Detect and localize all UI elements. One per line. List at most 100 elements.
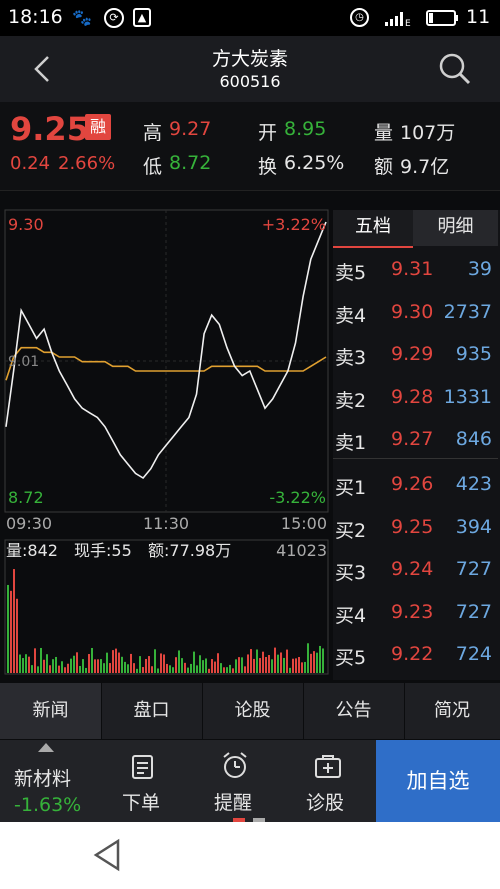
order-button[interactable]: 下单 bbox=[100, 740, 186, 822]
order-volume: 39 bbox=[467, 258, 492, 280]
volume-bar bbox=[301, 662, 303, 673]
order-level-label: 买5 bbox=[335, 647, 367, 670]
volume-bar bbox=[169, 665, 171, 673]
volume-bar bbox=[76, 652, 78, 673]
add-watchlist-button[interactable]: 加自选 bbox=[376, 740, 500, 822]
price-low-label: 8.72 bbox=[8, 488, 44, 507]
tab-profile[interactable]: 简况 bbox=[404, 683, 500, 739]
order-volume: 394 bbox=[455, 515, 492, 538]
open-value: 8.95 bbox=[284, 118, 327, 140]
volume-bar bbox=[277, 654, 279, 673]
amount-label: 额 bbox=[374, 156, 394, 178]
bottom-action-bar: 新材料 -1.63% 下单 提醒 诊股 加自选 bbox=[0, 740, 500, 822]
order-price: 9.31 bbox=[391, 258, 434, 280]
volume-bar bbox=[238, 657, 240, 673]
order-price: 9.23 bbox=[391, 600, 434, 623]
volume-bar bbox=[97, 659, 99, 673]
order-price: 9.22 bbox=[391, 643, 434, 666]
volume-bar bbox=[52, 659, 54, 673]
volume-bar bbox=[157, 668, 159, 673]
order-level-label: 卖1 bbox=[335, 432, 367, 455]
order-volume: 727 bbox=[455, 558, 492, 581]
sector-change: -1.63% bbox=[14, 794, 82, 816]
volume-bar bbox=[34, 648, 36, 673]
back-triangle-icon[interactable] bbox=[92, 838, 124, 872]
time-start-label: 09:30 bbox=[6, 514, 52, 533]
volume-bar bbox=[214, 661, 216, 673]
volume-bar bbox=[166, 663, 168, 673]
volume-bar bbox=[22, 658, 24, 673]
volume-bar bbox=[109, 663, 111, 673]
turnover-label: 换 bbox=[258, 156, 278, 178]
order-price: 9.28 bbox=[391, 385, 434, 408]
volume-bar bbox=[226, 667, 228, 673]
sector-name: 新材料 bbox=[14, 768, 72, 790]
volume-bar bbox=[82, 659, 84, 673]
order-book: 五档 明细 卖5 9.31 39 卖4 9.30 2737 卖3 9.29 935 卖2 9.28 1… bbox=[333, 210, 500, 680]
diagnose-label: 诊股 bbox=[306, 792, 345, 814]
tab-detail[interactable]: 明细 bbox=[413, 210, 498, 246]
amount-readout: 额:77.98万 bbox=[148, 541, 231, 560]
search-icon[interactable] bbox=[438, 52, 472, 86]
volume-frame bbox=[4, 539, 329, 675]
volume-bar bbox=[181, 658, 183, 673]
volume-bar bbox=[172, 667, 174, 673]
volume-bar bbox=[70, 658, 72, 673]
volume-bar bbox=[94, 659, 96, 673]
volume-bar bbox=[235, 659, 237, 673]
alert-label: 提醒 bbox=[214, 792, 253, 814]
order-book-row: 卖3 9.29 935 bbox=[333, 335, 498, 377]
intraday-chart[interactable]: 9.30 9.01 8.72 +3.22% -3.22% 09:30 11:30… bbox=[0, 200, 333, 680]
volume-bar bbox=[163, 654, 165, 673]
sector-button[interactable]: 新材料 -1.63% bbox=[0, 740, 96, 822]
volume-bar bbox=[40, 647, 42, 673]
order-level-label: 买3 bbox=[335, 562, 367, 585]
volume-bar bbox=[259, 658, 261, 673]
volume-bar bbox=[184, 662, 186, 673]
tab-news[interactable]: 新闻 bbox=[0, 683, 102, 739]
volume-bar bbox=[274, 647, 276, 673]
volume-bar bbox=[280, 652, 282, 673]
order-price: 9.25 bbox=[391, 515, 434, 538]
volume-bar bbox=[13, 569, 15, 673]
time-end-label: 15:00 bbox=[281, 514, 327, 533]
quote-panel: 9.25 融 0.24 2.66% 高 9.27 低 8.72 开 8.95 换… bbox=[0, 102, 500, 191]
volume-bar bbox=[127, 664, 129, 673]
volume-bar bbox=[292, 658, 294, 673]
volume-bar bbox=[271, 659, 273, 673]
volume-bar bbox=[142, 667, 144, 673]
diagnose-button[interactable]: 诊股 bbox=[284, 740, 372, 822]
volume-bar bbox=[73, 655, 75, 673]
volume-bar bbox=[145, 658, 147, 673]
order-level-label: 买2 bbox=[335, 519, 367, 542]
alert-button[interactable]: 提醒 bbox=[192, 740, 278, 822]
sync-icon: ⟳ bbox=[104, 8, 124, 28]
volume-bar bbox=[223, 667, 225, 673]
volume-bar bbox=[304, 661, 306, 673]
volume-bar bbox=[229, 664, 231, 673]
order-book-row: 卖2 9.28 1331 bbox=[333, 378, 498, 420]
order-price: 9.27 bbox=[391, 428, 434, 451]
turnover-value: 6.25% bbox=[284, 152, 345, 174]
current-price: 9.25 bbox=[10, 110, 89, 148]
tab-handicap[interactable]: 盘口 bbox=[101, 683, 203, 739]
tab-announcement[interactable]: 公告 bbox=[303, 683, 405, 739]
volume-bar bbox=[67, 663, 69, 673]
tab-five-levels[interactable]: 五档 bbox=[333, 210, 413, 248]
tab-discussion[interactable]: 论股 bbox=[202, 683, 304, 739]
volume-bar bbox=[298, 656, 300, 673]
volume-bar bbox=[118, 652, 120, 673]
hand-readout: 现手:55 bbox=[74, 541, 132, 560]
volume-bar bbox=[88, 654, 90, 673]
order-price: 9.24 bbox=[391, 558, 434, 581]
paw-icon: 🐾 bbox=[72, 8, 92, 27]
volume-bar bbox=[43, 659, 45, 673]
svg-text:E: E bbox=[405, 19, 411, 27]
volume-bar bbox=[205, 658, 207, 673]
volume-bars bbox=[7, 569, 324, 673]
volume-bar bbox=[121, 656, 123, 673]
order-book-row: 买3 9.24 727 bbox=[333, 550, 498, 592]
volume-bar bbox=[295, 658, 297, 673]
status-time: 18:16 bbox=[8, 6, 63, 28]
volume-bar bbox=[289, 667, 291, 673]
